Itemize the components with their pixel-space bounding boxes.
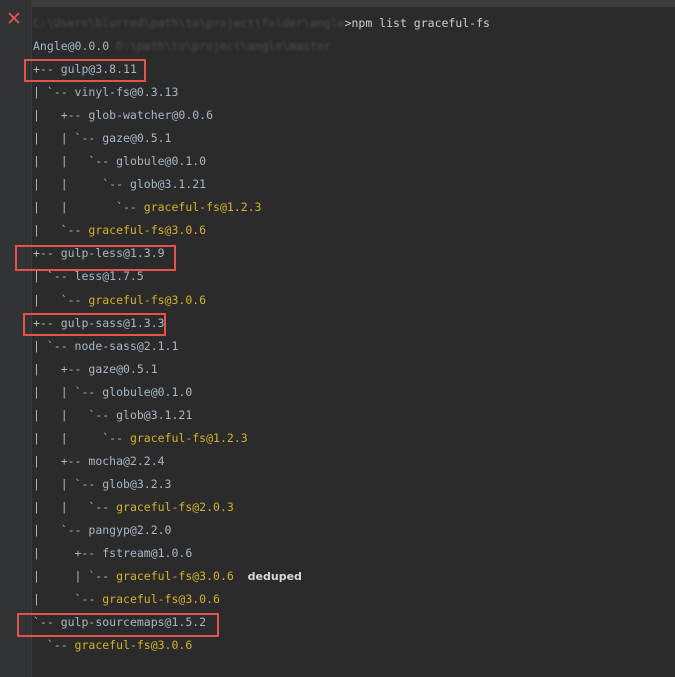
tree-package: graceful-fs@1.2.3 xyxy=(129,431,248,445)
root-package-line: Angle@0.0.0 D:\path\to\project\angle\mas… xyxy=(33,36,331,56)
tree-package: globule@0.1.0 xyxy=(116,154,207,168)
tree-row: | +-- fstream@1.0.6 xyxy=(33,543,192,563)
tree-branch: | `-- xyxy=(33,592,103,606)
tree-branch: `-- xyxy=(33,638,75,652)
tree-package: mocha@2.2.4 xyxy=(88,454,165,468)
tree-row: | `-- graceful-fs@3.0.6 xyxy=(33,290,206,310)
blurred-root-path: D:\path\to\project\angle\master xyxy=(116,39,331,53)
deduped-label: deduped xyxy=(247,570,302,583)
tree-row: | +-- gaze@0.5.1 xyxy=(33,359,158,379)
tree-package: fstream@1.0.6 xyxy=(102,546,193,560)
tree-row: | | `-- glob@3.1.21 xyxy=(33,405,192,425)
tree-row: | | `-- graceful-fs@2.0.3 xyxy=(33,497,234,517)
tree-row: | `-- pangyp@2.2.0 xyxy=(33,520,171,540)
annotation-box-gulp-sourcemaps xyxy=(17,613,219,637)
tree-package: vinyl-fs@0.3.13 xyxy=(74,85,179,99)
tree-branch: | | `-- xyxy=(33,431,130,445)
tree-package: pangyp@2.2.0 xyxy=(88,523,172,537)
tree-branch: | `-- xyxy=(33,339,75,353)
tree-row: | | `-- graceful-fs@1.2.3 xyxy=(33,197,261,217)
tree-row: `-- graceful-fs@3.0.6 xyxy=(33,635,192,655)
tree-row: | | `-- globule@0.1.0 xyxy=(33,151,206,171)
terminal-tab-bar xyxy=(31,0,675,7)
terminal-output: C:\Users\blurred\path\to\project\folder\… xyxy=(31,7,675,677)
tree-row: | `-- graceful-fs@3.0.6 xyxy=(33,589,220,609)
tree-branch: | `-- xyxy=(33,269,75,283)
tree-package: gaze@0.5.1 xyxy=(88,362,158,376)
tree-branch: | +-- xyxy=(33,546,103,560)
tree-branch: | +-- xyxy=(33,108,89,122)
tree-branch: | | `-- xyxy=(33,477,103,491)
tree-branch: | | `-- xyxy=(33,154,117,168)
tree-row: | | `-- graceful-fs@3.0.6 deduped xyxy=(33,566,302,586)
tree-row: | +-- glob-watcher@0.0.6 xyxy=(33,105,213,125)
tree-branch: | `-- xyxy=(33,293,89,307)
tree-package: graceful-fs@3.0.6 xyxy=(88,293,207,307)
tree-branch: | +-- xyxy=(33,362,89,376)
tree-package: glob-watcher@0.0.6 xyxy=(88,108,214,122)
tree-branch: | | `-- xyxy=(33,131,103,145)
tree-branch: | `-- xyxy=(33,523,89,537)
tree-row: | | `-- globule@0.1.0 xyxy=(33,382,192,402)
tree-row: | | `-- glob@3.1.21 xyxy=(33,174,206,194)
tree-row: | `-- graceful-fs@3.0.6 xyxy=(33,220,206,240)
command-line: C:\Users\blurred\path\to\project\folder\… xyxy=(33,13,490,33)
tool-window-gutter: ✕ xyxy=(0,0,32,677)
command-text: >npm list graceful-fs xyxy=(344,16,490,30)
tree-branch: | | `-- xyxy=(33,569,117,583)
annotation-box-gulp-sass xyxy=(23,313,166,336)
tree-row: | | `-- gaze@0.5.1 xyxy=(33,128,172,148)
tree-package: graceful-fs@2.0.3 xyxy=(116,500,234,514)
tree-package: glob@3.2.3 xyxy=(102,477,172,491)
tree-row: | `-- vinyl-fs@0.3.13 xyxy=(33,82,178,102)
tree-branch: | +-- xyxy=(33,454,89,468)
annotation-box-gulp xyxy=(24,59,146,82)
tree-package: gaze@0.5.1 xyxy=(102,131,172,145)
tree-branch: | `-- xyxy=(33,223,89,237)
tree-package: graceful-fs@3.0.6 xyxy=(74,638,193,652)
root-package: Angle@0.0.0 xyxy=(33,39,110,53)
tree-package: graceful-fs@3.0.6 xyxy=(88,223,207,237)
tree-branch: | | `-- xyxy=(33,385,103,399)
tree-row: | `-- node-sass@2.1.1 xyxy=(33,336,178,356)
tree-branch: | | `-- xyxy=(33,177,130,191)
tree-package: graceful-fs@1.2.3 xyxy=(143,200,262,214)
tree-branch: | | `-- xyxy=(33,500,117,514)
tree-package: node-sass@2.1.1 xyxy=(74,339,179,353)
tree-package: graceful-fs@3.0.6 xyxy=(116,569,234,583)
close-icon[interactable]: ✕ xyxy=(4,9,24,29)
blurred-prompt: C:\Users\blurred\path\to\project\folder\… xyxy=(33,16,345,30)
tree-package: less@1.7.5 xyxy=(74,269,144,283)
tree-package: glob@3.1.21 xyxy=(129,177,207,191)
annotation-box-gulp-less xyxy=(15,245,176,271)
tree-branch: | `-- xyxy=(33,85,75,99)
tree-package: globule@0.1.0 xyxy=(102,385,193,399)
tree-package: glob@3.1.21 xyxy=(116,408,193,422)
tree-branch: | | `-- xyxy=(33,408,117,422)
tree-branch: | | `-- xyxy=(33,200,144,214)
tree-package: graceful-fs@3.0.6 xyxy=(102,592,220,606)
tree-row: | | `-- glob@3.2.3 xyxy=(33,474,172,494)
tree-row: | | `-- graceful-fs@1.2.3 xyxy=(33,428,248,448)
tree-row: | +-- mocha@2.2.4 xyxy=(33,451,165,471)
